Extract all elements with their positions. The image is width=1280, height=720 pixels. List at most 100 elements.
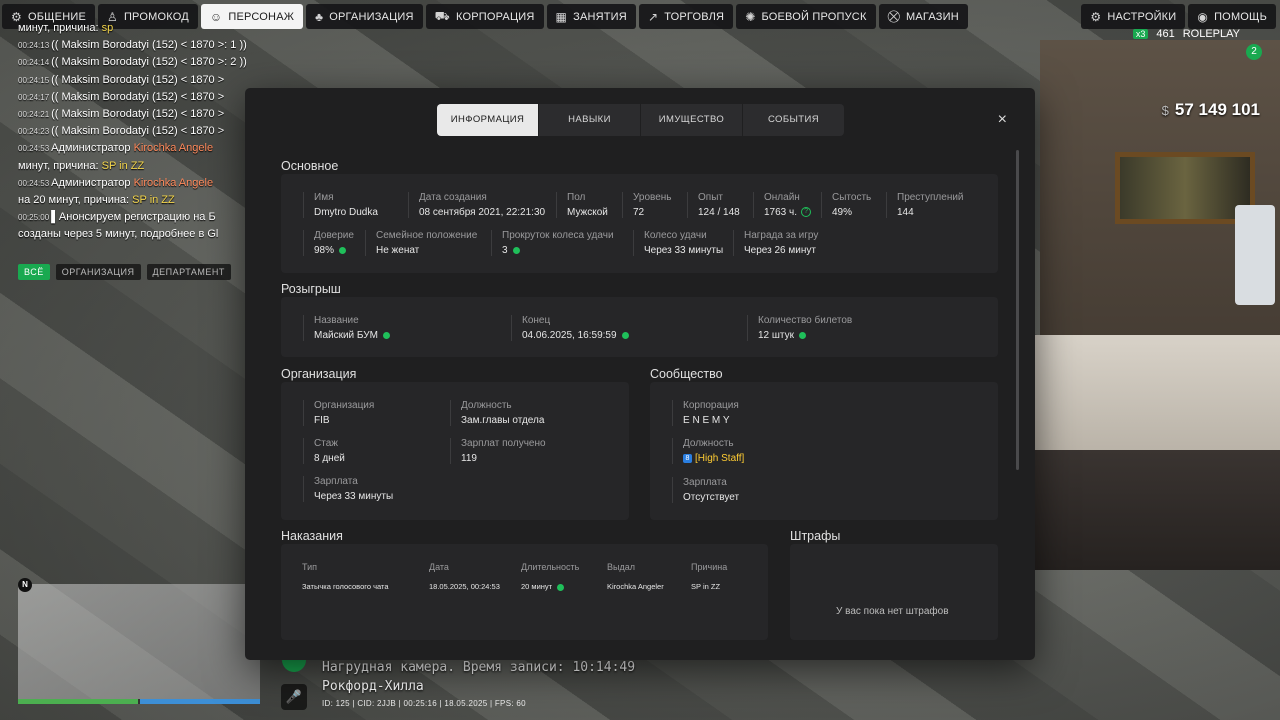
raffle-card: Название Майский БУМ Конец 04.06.2025, 16:… [281,297,998,357]
col-date: Дата [429,562,449,572]
chat-tabs: ВСЁ ОРГАНИЗАЦИЯ ДЕПАРТАМЕНТ [18,264,231,280]
tab-information[interactable]: ИНФОРМАЦИЯ [437,104,539,136]
money-value: 57 149 101 [1174,100,1260,119]
field-wheel: Колесо удачи Через 33 минуты [633,230,723,256]
chat-line: на 20 минут, причина: SP in ZZ [18,194,175,207]
field-org-tenure: Стаж 8 дней [303,438,345,464]
chart-icon: ↗ [647,9,659,24]
chat-line: 00:24:53 Администратор Kirochka Angele [18,142,214,155]
field-org-salaries: Зарплат получено 119 [450,438,546,464]
section-title-fines: Штрафы [790,529,841,543]
chat-line: минут, причина: sp [18,22,114,34]
cart-icon: ⛒ [887,9,901,23]
field-raffle-tickets: Количество билетов 12 штук [747,315,852,341]
tab-skills[interactable]: НАВЫКИ [539,104,641,136]
field-level: Уровень 72 [622,192,672,218]
field-crimes: Преступлений 144 [886,192,964,218]
modal-tabs: ИНФОРМАЦИЯ НАВЫКИ ИМУЩЕСТВО СОБЫТИЯ [437,104,844,136]
chat-tab-all[interactable]: ВСЁ [18,264,50,280]
field-satiety: Сытость 49% [821,192,871,218]
community-card: Корпорация E N E M Y Должность 8 [High Staf… [650,382,998,520]
menu-corporation-button[interactable]: ⛟ КОРПОРАЦИЯ [425,4,544,29]
menu-organization-button[interactable]: ♣ ОРГАНИЗАЦИЯ [306,4,423,29]
menu-shop-button[interactable]: ⛒ МАГАЗИН [878,4,968,29]
tab-events[interactable]: СОБЫТИЯ [743,104,844,136]
status-dot-icon [382,331,390,339]
field-raffle-end: Конец 04.06.2025, 16:59:59 [511,315,629,341]
status-dot-icon [799,331,806,339]
background-desk [1000,335,1280,455]
status-dot-icon [339,246,347,254]
menu-settings-button[interactable]: ⚙ НАСТРОЙКИ [1081,4,1186,29]
punish-cell-issuer: Kirochka Angeler [607,582,664,591]
section-title-raffle: Розыгрыш [281,282,341,296]
money-display: $57 149 101 [1162,100,1260,120]
chat-line: минут, причина: SP in ZZ [18,159,145,172]
background-water-cooler [1235,205,1275,305]
top-menu-right: ⚙ НАСТРОЙКИ ◉ ПОМОЩЬ [1081,4,1276,29]
compass-north-icon: N [18,578,32,592]
menu-battlepass-button[interactable]: ✺ БОЕВОЙ ПРОПУСК [736,4,876,29]
section-title-organization: Организация [281,367,357,381]
scrollbar[interactable] [1016,150,1019,470]
chat-line: 00:24:23(( Maksim Borodatyi (152) < 1870… [18,125,225,138]
health-armor-bar [18,699,260,704]
status-dot-icon [512,246,520,254]
punish-cell-reason: SP in ZZ [691,582,721,591]
section-title-community: Сообщество [650,367,723,381]
punishments-card [281,544,768,640]
minimap [18,584,260,700]
menu-trade-button[interactable]: ↗ ТОРГОВЛЯ [638,4,734,29]
chat-line: созданы через 5 минут, подробнее в Gl [18,228,219,241]
field-spins: Прокруток колеса удачи 3 [491,230,614,256]
hud-online: x3 461 ROLEPLAY [1132,28,1240,40]
org-icon: ♣ [315,9,324,24]
help-icon: ◉ [1197,9,1209,24]
fines-card [790,544,998,640]
field-corp: Корпорация E N E M Y [672,400,739,426]
calendar-icon: ▦ [555,9,568,24]
field-family: Семейное положение Не женат [365,230,477,256]
location-text: Рокфорд-Хилла [322,679,424,694]
field-name: Имя Dmytro Dudka [303,192,378,218]
col-reason: Причина [691,562,728,572]
close-icon[interactable]: × [998,112,1007,128]
menu-activities-button[interactable]: ▦ ЗАНЯТИЯ [546,4,636,29]
field-exp: Опыт 124 / 148 [687,192,740,218]
field-online: Онлайн 1763 ч.? [753,192,812,218]
chat-line: 00:24:14(( Maksim Borodatyi (152) < 1870… [18,56,247,69]
background-desk-front [1030,450,1280,570]
microphone-icon: 🎤 [281,684,307,710]
field-corp-position: Должность 8 [High Staff] [672,438,744,464]
menu-help-button[interactable]: ◉ ПОМОЩЬ [1188,4,1276,29]
chat-line: 00:25:00 ▌Анонсируем регистрацию на Б [18,211,216,224]
punish-cell-type: Затычка голосового чата [302,582,389,591]
status-dot-icon [621,331,629,339]
car-icon: ⛟ [434,8,450,23]
field-org: Организация FIB [303,400,374,426]
tab-property[interactable]: ИМУЩЕСТВО [641,104,743,136]
section-title-punishments: Наказания [281,529,343,543]
gear-badge-icon: ✺ [745,9,756,24]
background-painting [1115,152,1255,224]
basic-card: Имя Dmytro Dudka Дата создания 08 сентября… [281,174,998,273]
chat-tab-organization[interactable]: ОРГАНИЗАЦИЯ [55,264,141,280]
system-info: ID: 125 | CID: 2JJB | 00:25:16 | 18.05.2… [322,699,526,708]
armor-bar [140,699,260,704]
brand-badge: 2 [1246,44,1262,60]
field-trust: Доверие 98% [303,230,354,256]
punish-cell-duration: 20 минут [521,582,565,591]
chat-line: 00:24:15(( Maksim Borodatyi (152) < 1870… [18,73,225,86]
rank-badge-icon: 8 [683,453,692,463]
field-gender: Пол Мужской [556,192,608,218]
health-bar [18,699,138,704]
fines-empty-text: У вас пока нет штрафов [836,606,949,617]
info-icon[interactable]: ? [801,207,812,218]
chat-tab-department[interactable]: ДЕПАРТАМЕНТ [146,264,231,280]
chat-line: 00:24:17(( Maksim Borodatyi (152) < 1870… [18,90,225,103]
field-created: Дата создания 08 сентября 2021, 22:21:30 [408,192,545,218]
online-count: 461 [1156,28,1175,40]
punish-cell-date: 18.05.2025, 00:24:53 [429,582,500,591]
status-dot-icon [557,583,565,591]
col-duration: Длительность [521,562,580,572]
